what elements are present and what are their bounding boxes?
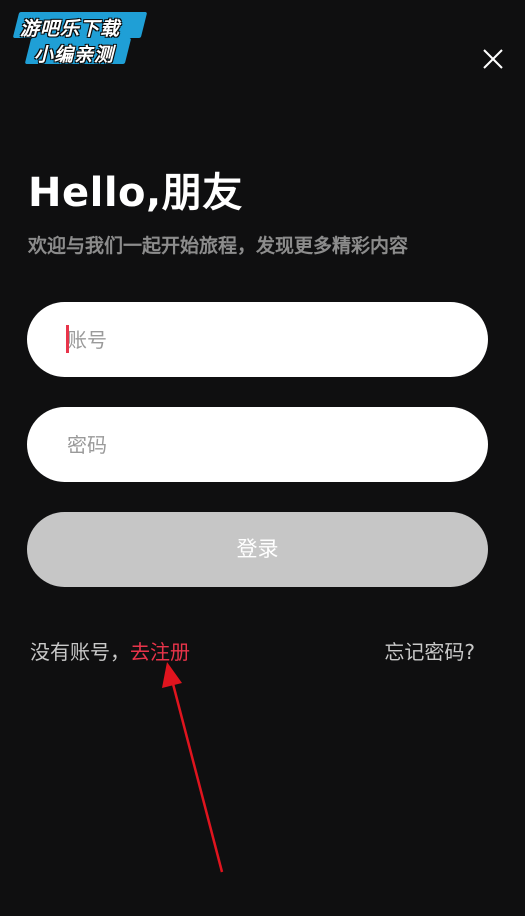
annotation-arrow-shaft (170, 679, 224, 873)
no-account-text: 没有账号， (30, 640, 130, 664)
watermark-line1: 游吧乐下载 (20, 18, 121, 40)
account-field[interactable] (27, 302, 488, 377)
password-input[interactable] (67, 407, 457, 482)
password-field[interactable] (27, 407, 488, 482)
watermark-line2: 小编亲测 (34, 44, 115, 66)
close-button[interactable] (478, 44, 508, 74)
close-icon (483, 49, 503, 69)
page-title: Hello,朋友 (28, 170, 243, 216)
text-cursor (66, 325, 69, 353)
watermark-logo: 游吧乐下载 小编亲测 (8, 10, 148, 66)
account-input[interactable] (67, 302, 457, 377)
annotation-arrow-head (162, 662, 182, 688)
login-button[interactable]: 登录 (27, 512, 488, 587)
annotation-arrow (162, 662, 224, 873)
forgot-password-link[interactable]: 忘记密码? (384, 636, 475, 665)
page-subtitle: 欢迎与我们一起开始旅程，发现更多精彩内容 (28, 235, 409, 257)
